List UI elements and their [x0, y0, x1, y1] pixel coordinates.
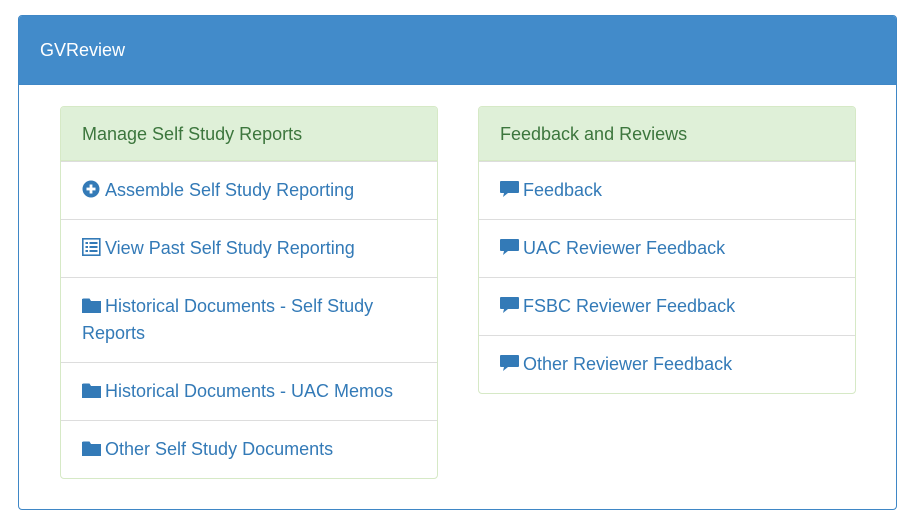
view-past-self-study-link[interactable]: View Past Self Study Reporting — [61, 219, 437, 277]
view-past-self-study-label: View Past Self Study Reporting — [105, 238, 355, 258]
panel-title: GVReview — [19, 16, 896, 85]
uac-reviewer-feedback-link[interactable]: UAC Reviewer Feedback — [479, 219, 855, 277]
fsbc-reviewer-feedback-link[interactable]: FSBC Reviewer Feedback — [479, 277, 855, 335]
other-reviewer-feedback-label: Other Reviewer Feedback — [523, 354, 733, 374]
feedback-label: Feedback — [523, 180, 603, 200]
uac-reviewer-feedback-label: UAC Reviewer Feedback — [523, 238, 726, 258]
comment-icon — [500, 354, 519, 372]
folder-icon — [82, 296, 101, 314]
historical-docs-uac-memos-label: Historical Documents - UAC Memos — [105, 381, 394, 401]
other-reviewer-feedback-link[interactable]: Other Reviewer Feedback — [479, 335, 855, 393]
other-self-study-docs-label: Other Self Study Documents — [105, 439, 334, 459]
assemble-self-study-link[interactable]: Assemble Self Study Reporting — [61, 161, 437, 219]
manage-self-study-panel: Manage Self Study Reports Assemble Self … — [60, 106, 438, 479]
comment-icon — [500, 238, 519, 256]
other-self-study-docs-link[interactable]: Other Self Study Documents — [61, 420, 437, 478]
main-panel: GVReview Manage Self Study Reports Assem… — [18, 15, 897, 510]
historical-docs-self-study-link[interactable]: Historical Documents - Self Study Report… — [61, 277, 437, 362]
historical-docs-self-study-label: Historical Documents - Self Study Report… — [82, 296, 374, 343]
assemble-self-study-label: Assemble Self Study Reporting — [105, 180, 355, 200]
plus-circle-icon — [82, 180, 101, 198]
feedback-reviews-panel: Feedback and Reviews Feedback UAC Review… — [478, 106, 856, 394]
comment-icon — [500, 180, 519, 198]
historical-docs-uac-memos-link[interactable]: Historical Documents - UAC Memos — [61, 362, 437, 420]
fsbc-reviewer-feedback-label: FSBC Reviewer Feedback — [523, 296, 736, 316]
manage-self-study-heading: Manage Self Study Reports — [61, 107, 437, 161]
folder-icon — [82, 381, 101, 399]
feedback-reviews-heading: Feedback and Reviews — [479, 107, 855, 161]
comment-icon — [500, 296, 519, 314]
feedback-link[interactable]: Feedback — [479, 161, 855, 219]
folder-icon — [82, 439, 101, 457]
list-icon — [82, 238, 101, 256]
